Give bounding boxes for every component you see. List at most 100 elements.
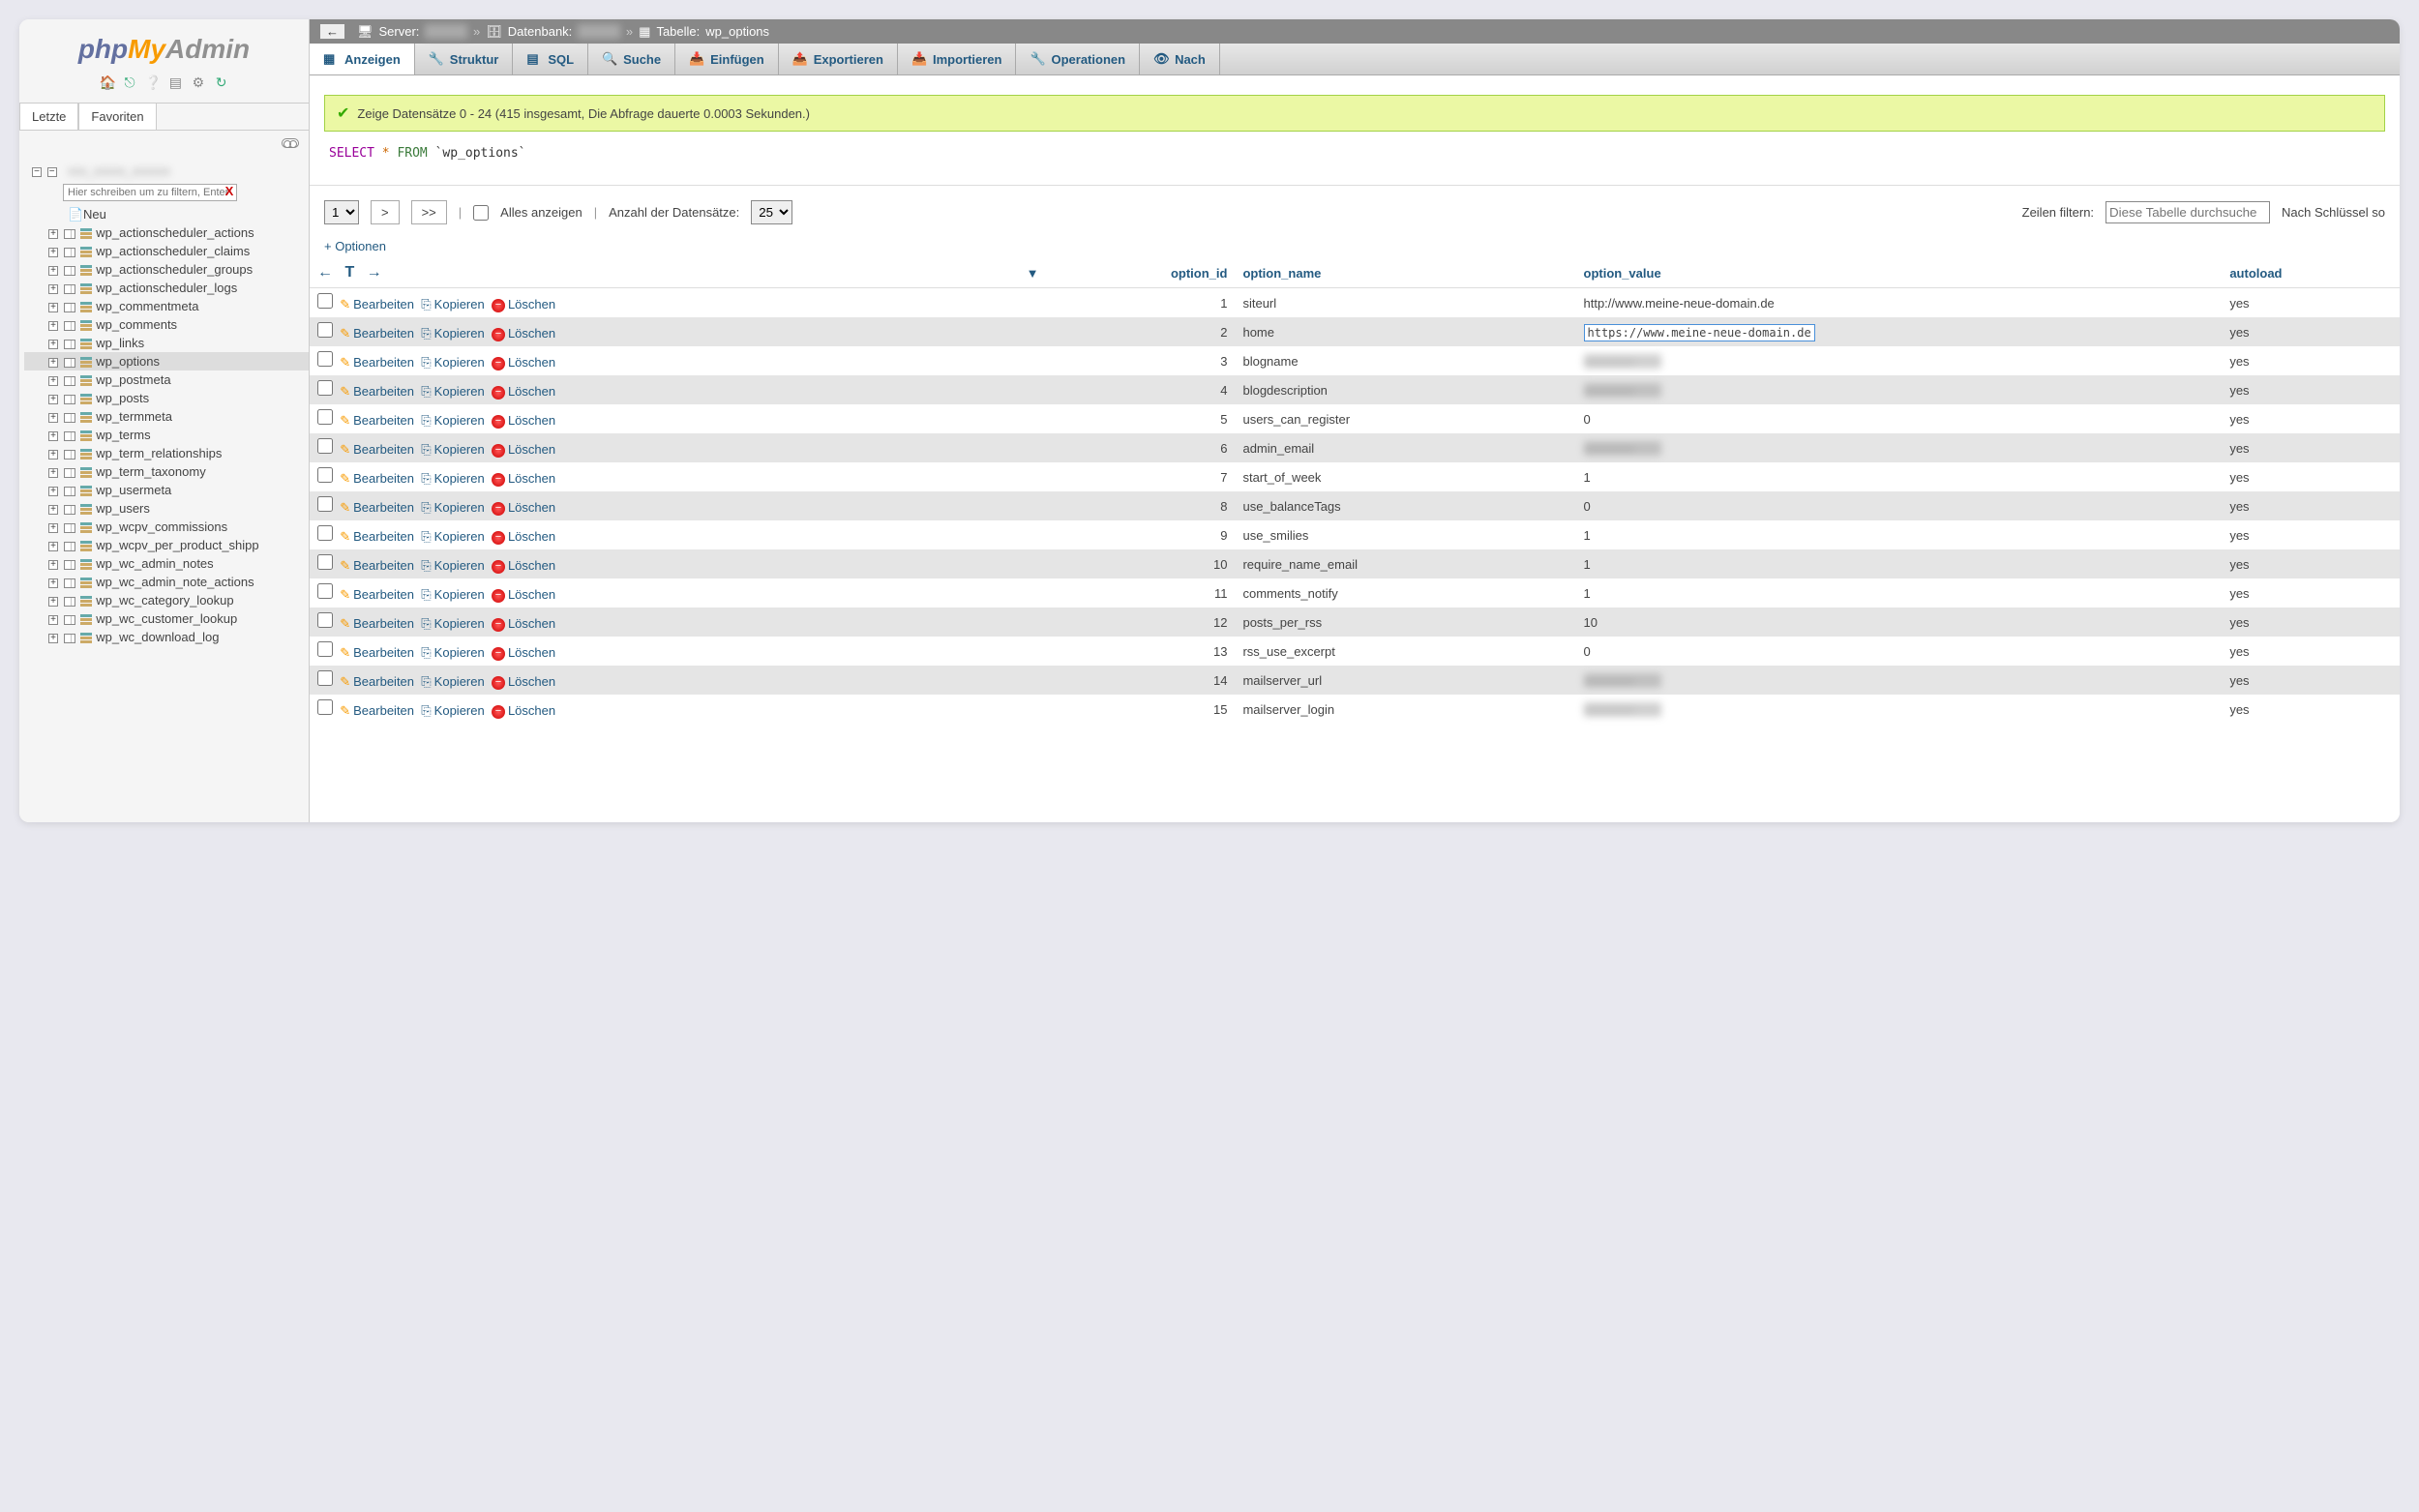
expand-icon[interactable]: + bbox=[48, 358, 58, 368]
cell-id[interactable]: 13 bbox=[1047, 637, 1236, 666]
edit-link[interactable]: Bearbeiten bbox=[353, 616, 414, 631]
edit-link[interactable]: Bearbeiten bbox=[353, 529, 414, 544]
cell-autoload[interactable]: yes bbox=[2222, 346, 2400, 375]
columns-icon[interactable] bbox=[64, 450, 75, 460]
cell-value[interactable]: 0 bbox=[1584, 644, 1591, 659]
cell-name[interactable]: comments_notify bbox=[1235, 578, 1575, 608]
tree-table-wp_termmeta[interactable]: + wp_termmeta bbox=[24, 407, 309, 426]
page-select[interactable]: 1 bbox=[324, 200, 359, 224]
edit-link[interactable]: Bearbeiten bbox=[353, 355, 414, 370]
tree-table-wp_usermeta[interactable]: + wp_usermeta bbox=[24, 481, 309, 499]
columns-icon[interactable] bbox=[64, 560, 75, 570]
cell-id[interactable]: 2 bbox=[1047, 317, 1236, 346]
cell-autoload[interactable]: yes bbox=[2222, 666, 2400, 695]
expand-icon[interactable]: + bbox=[48, 266, 58, 276]
next-page-button[interactable]: > bbox=[371, 200, 400, 224]
cell-id[interactable]: 12 bbox=[1047, 608, 1236, 637]
cell-id[interactable]: 10 bbox=[1047, 549, 1236, 578]
refresh-icon[interactable]: ↻ bbox=[214, 74, 229, 90]
cell-name[interactable]: siteurl bbox=[1235, 288, 1575, 318]
tab-anzeigen[interactable]: ▦Anzeigen bbox=[310, 44, 415, 74]
cell-autoload[interactable]: yes bbox=[2222, 695, 2400, 724]
sql-query[interactable]: SELECT * FROM `wp_options` bbox=[324, 141, 2385, 165]
cell-autoload[interactable]: yes bbox=[2222, 375, 2400, 404]
col-option-id[interactable]: option_id bbox=[1047, 258, 1236, 288]
cell-autoload[interactable]: yes bbox=[2222, 637, 2400, 666]
cell-name[interactable]: users_can_register bbox=[1235, 404, 1575, 433]
columns-icon[interactable] bbox=[64, 395, 75, 404]
row-checkbox[interactable] bbox=[317, 496, 333, 512]
new-item[interactable]: 📄Neu bbox=[24, 205, 309, 223]
tree-table-wp_wc_admin_note_actions[interactable]: + wp_wc_admin_note_actions bbox=[24, 573, 309, 591]
delete-link[interactable]: Löschen bbox=[508, 703, 555, 718]
tree-table-wp_actionscheduler_groups[interactable]: + wp_actionscheduler_groups bbox=[24, 260, 309, 279]
row-checkbox[interactable] bbox=[317, 409, 333, 425]
edit-link[interactable]: Bearbeiten bbox=[353, 674, 414, 689]
expand-icon[interactable]: + bbox=[48, 468, 58, 478]
edit-link[interactable]: Bearbeiten bbox=[353, 384, 414, 399]
tree-table-wp_wc_category_lookup[interactable]: + wp_wc_category_lookup bbox=[24, 591, 309, 609]
row-checkbox[interactable] bbox=[317, 351, 333, 367]
cell-id[interactable]: 1 bbox=[1047, 288, 1236, 318]
cell-value[interactable]: 1 bbox=[1584, 557, 1591, 572]
cell-autoload[interactable]: yes bbox=[2222, 317, 2400, 346]
edit-link[interactable]: Bearbeiten bbox=[353, 703, 414, 718]
last-page-button[interactable]: >> bbox=[411, 200, 447, 224]
tree-table-wp_terms[interactable]: + wp_terms bbox=[24, 426, 309, 444]
database-name[interactable]: xxx_xxxxx_xxxxxx bbox=[62, 162, 175, 180]
options-link[interactable]: + Optionen bbox=[310, 239, 2400, 258]
columns-icon[interactable] bbox=[64, 634, 75, 643]
gear-icon[interactable]: ⚙ bbox=[191, 74, 206, 90]
cell-id[interactable]: 6 bbox=[1047, 433, 1236, 462]
inline-edit-input[interactable]: https://www.meine-neue-domain.de bbox=[1584, 324, 1815, 341]
home-icon[interactable]: 🏠 bbox=[99, 74, 114, 90]
delete-link[interactable]: Löschen bbox=[508, 384, 555, 399]
cell-name[interactable]: start_of_week bbox=[1235, 462, 1575, 491]
expand-icon[interactable]: + bbox=[48, 597, 58, 607]
cell-name[interactable]: blogname bbox=[1235, 346, 1575, 375]
columns-icon[interactable] bbox=[64, 340, 75, 349]
copy-link[interactable]: Kopieren bbox=[434, 326, 485, 341]
tab-operationen[interactable]: 🔧Operationen bbox=[1016, 44, 1140, 74]
columns-icon[interactable] bbox=[64, 542, 75, 551]
tree-table-wp_actionscheduler_logs[interactable]: + wp_actionscheduler_logs bbox=[24, 279, 309, 297]
cell-autoload[interactable]: yes bbox=[2222, 462, 2400, 491]
expand-icon[interactable]: + bbox=[48, 542, 58, 551]
columns-icon[interactable] bbox=[64, 303, 75, 312]
col-option-name[interactable]: option_name bbox=[1235, 258, 1575, 288]
filter-rows-input[interactable] bbox=[2105, 201, 2270, 223]
delete-link[interactable]: Löschen bbox=[508, 442, 555, 457]
expand-icon[interactable]: + bbox=[48, 229, 58, 239]
tab-sql[interactable]: ▤SQL bbox=[513, 44, 588, 74]
sort-indicator[interactable]: ▼ bbox=[973, 258, 1047, 288]
expand-icon[interactable]: + bbox=[48, 413, 58, 423]
tree-table-wp_wc_download_log[interactable]: + wp_wc_download_log bbox=[24, 628, 309, 646]
copy-link[interactable]: Kopieren bbox=[434, 442, 485, 457]
copy-link[interactable]: Kopieren bbox=[434, 297, 485, 311]
columns-icon[interactable] bbox=[64, 266, 75, 276]
edit-link[interactable]: Bearbeiten bbox=[353, 442, 414, 457]
tree-table-wp_options[interactable]: + wp_options bbox=[24, 352, 309, 371]
tree-table-wp_postmeta[interactable]: + wp_postmeta bbox=[24, 371, 309, 389]
row-checkbox[interactable] bbox=[317, 583, 333, 599]
tab-importieren[interactable]: 📥Importieren bbox=[898, 44, 1017, 74]
server-name[interactable] bbox=[425, 24, 467, 39]
columns-icon[interactable] bbox=[64, 523, 75, 533]
columns-icon[interactable] bbox=[64, 284, 75, 294]
delete-link[interactable]: Löschen bbox=[508, 645, 555, 660]
cell-value-blurred[interactable]: xxxxxxxx bbox=[1584, 383, 1661, 398]
expand-icon[interactable]: + bbox=[48, 431, 58, 441]
copy-link[interactable]: Kopieren bbox=[434, 616, 485, 631]
cell-value[interactable]: 0 bbox=[1584, 499, 1591, 514]
cell-id[interactable]: 8 bbox=[1047, 491, 1236, 520]
cell-autoload[interactable]: yes bbox=[2222, 578, 2400, 608]
delete-link[interactable]: Löschen bbox=[508, 471, 555, 486]
cell-id[interactable]: 15 bbox=[1047, 695, 1236, 724]
copy-link[interactable]: Kopieren bbox=[434, 674, 485, 689]
cell-name[interactable]: rss_use_excerpt bbox=[1235, 637, 1575, 666]
tree-table-wp_wcpv_commissions[interactable]: + wp_wcpv_commissions bbox=[24, 518, 309, 536]
cell-value-blurred[interactable]: xxxxxxxx bbox=[1584, 673, 1661, 688]
tree-table-wp_term_taxonomy[interactable]: + wp_term_taxonomy bbox=[24, 462, 309, 481]
cell-autoload[interactable]: yes bbox=[2222, 288, 2400, 318]
tree-table-wp_actionscheduler_actions[interactable]: + wp_actionscheduler_actions bbox=[24, 223, 309, 242]
